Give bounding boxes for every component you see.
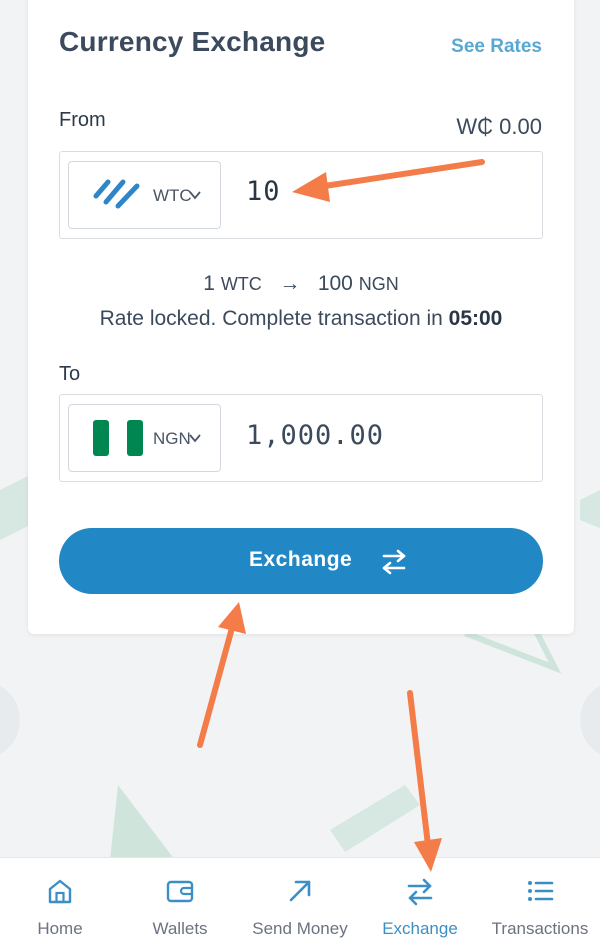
to-currency-code: NGN (153, 429, 191, 448)
to-amount-value: 1,000.00 (246, 420, 385, 451)
rate-from-amount: 1 (203, 272, 215, 295)
bottom-tab-bar: Home Wallets Send Money Exchange Transac… (0, 857, 600, 952)
to-currency-selector[interactable]: NGN (68, 404, 221, 472)
tab-home-label: Home (37, 919, 83, 938)
nigeria-flag-icon (93, 420, 143, 456)
tab-transactions-label: Transactions (491, 919, 589, 938)
tab-exchange[interactable]: Exchange (360, 858, 480, 952)
rate-from-code: WTC (220, 274, 262, 294)
tab-send-money[interactable]: Send Money (240, 858, 360, 952)
chevron-down-icon (189, 434, 201, 443)
see-rates-link[interactable]: See Rates (451, 36, 542, 58)
from-field: WTC (59, 151, 543, 239)
from-currency-code: WTC (153, 186, 192, 205)
wallet-icon (166, 880, 194, 903)
rate-timer: 05:00 (448, 307, 503, 330)
tab-home[interactable]: Home (0, 858, 120, 952)
tab-exchange-label: Exchange (382, 919, 458, 938)
send-arrow-icon (289, 880, 311, 902)
page-title: Currency Exchange (59, 26, 326, 57)
home-icon (48, 879, 72, 904)
rate-arrow: → (279, 272, 301, 295)
from-amount-input[interactable] (246, 176, 506, 207)
to-field: NGN 1,000.00 (59, 394, 543, 482)
tab-wallets-label: Wallets (152, 919, 208, 938)
exchange-arrows-icon (407, 878, 433, 906)
tab-wallets[interactable]: Wallets (120, 858, 240, 952)
rate-summary: 1 WTC → 100 NGN (28, 272, 574, 296)
rate-lock-line: Rate locked. Complete transaction in 05:… (28, 307, 574, 331)
exchange-arrows-icon (382, 549, 406, 575)
from-label: From (59, 109, 106, 131)
chevron-down-icon (189, 191, 201, 200)
list-icon (528, 881, 554, 901)
exchange-card: Currency Exchange See Rates From W₵ 0.00… (28, 0, 574, 634)
from-balance: W₵ 0.00 (456, 114, 542, 139)
wtc-logo-icon (93, 179, 140, 209)
rate-to-amount: 100 (317, 272, 353, 295)
tab-transactions[interactable]: Transactions (480, 858, 600, 952)
to-label: To (59, 363, 81, 385)
exchange-button-label: Exchange (249, 548, 353, 571)
rate-to-code: NGN (358, 274, 399, 294)
tab-send-money-label: Send Money (252, 919, 348, 938)
rate-lock-text: Rate locked. Complete transaction in (99, 307, 443, 330)
exchange-button[interactable]: Exchange (59, 528, 543, 594)
from-currency-selector[interactable]: WTC (68, 161, 221, 229)
